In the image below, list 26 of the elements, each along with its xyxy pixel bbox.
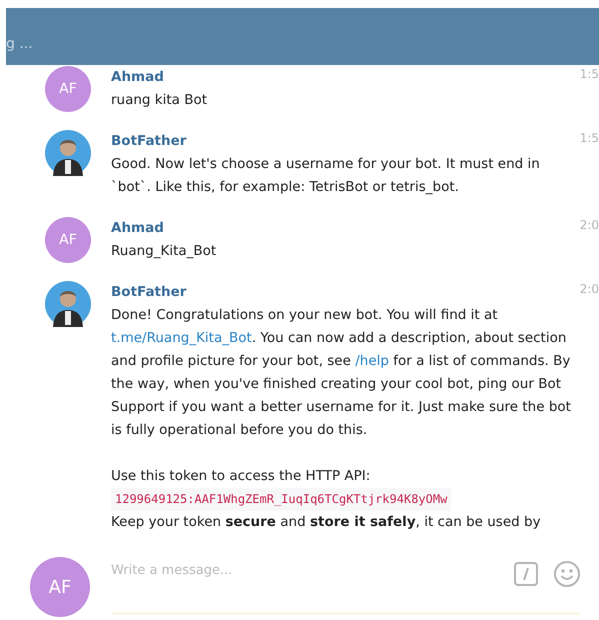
message-text: Good. Now let's choose a username for your bot. It must end in `bot`. Like this, for example: TetrisBot or tetris_bot.: [111, 155, 541, 197]
slash-command-icon[interactable]: [514, 562, 538, 586]
user-avatar: AF: [45, 66, 91, 112]
message-input[interactable]: Write a message...: [111, 561, 514, 580]
user-avatar: AF: [45, 217, 91, 263]
bot-avatar-icon: [45, 281, 91, 327]
message-text: Keep your token secure and store it safely, it can be used by: [111, 513, 542, 532]
sender-name[interactable]: BotFather: [111, 281, 186, 304]
message-text: Ruang_Kita_Bot: [111, 242, 218, 261]
message-time: 2:0: [580, 283, 599, 295]
sender-name[interactable]: BotFather: [111, 130, 186, 153]
message-time: 2:0: [580, 219, 599, 231]
sender-name[interactable]: Ahmad: [111, 217, 164, 240]
message-time: 1:5: [580, 132, 599, 144]
sender-name[interactable]: Ahmad: [111, 66, 164, 89]
message-text: Use this token to access the HTTP API:: [111, 467, 372, 486]
message-text: Done! Congratulations on your new bot. You will find it at t.me/Ruang_Kita_Bot. You can now add a description, about section and profile picture for your bot, see /help for a list of commands. By the way, when you've finished creating your cool bot, ping our Bot Support if you want a better username for it. Just make sure the bot is fully operational before you do this.: [111, 306, 572, 440]
typing-status: g ...: [6, 37, 33, 51]
message-link[interactable]: /help: [355, 353, 389, 369]
message-time: 1:5: [580, 68, 599, 80]
message-link[interactable]: t.me/Ruang_Kita_Bot: [111, 330, 252, 346]
message-text: ruang kita Bot: [111, 91, 208, 110]
emoji-icon[interactable]: [554, 561, 580, 587]
bot-avatar-icon: [45, 130, 91, 176]
user-avatar: AF: [30, 557, 90, 617]
token-code: 1299649125:AAF1WhgZEmR_IuqIq6TCgKTtjrk94K8yOMw: [111, 488, 452, 511]
